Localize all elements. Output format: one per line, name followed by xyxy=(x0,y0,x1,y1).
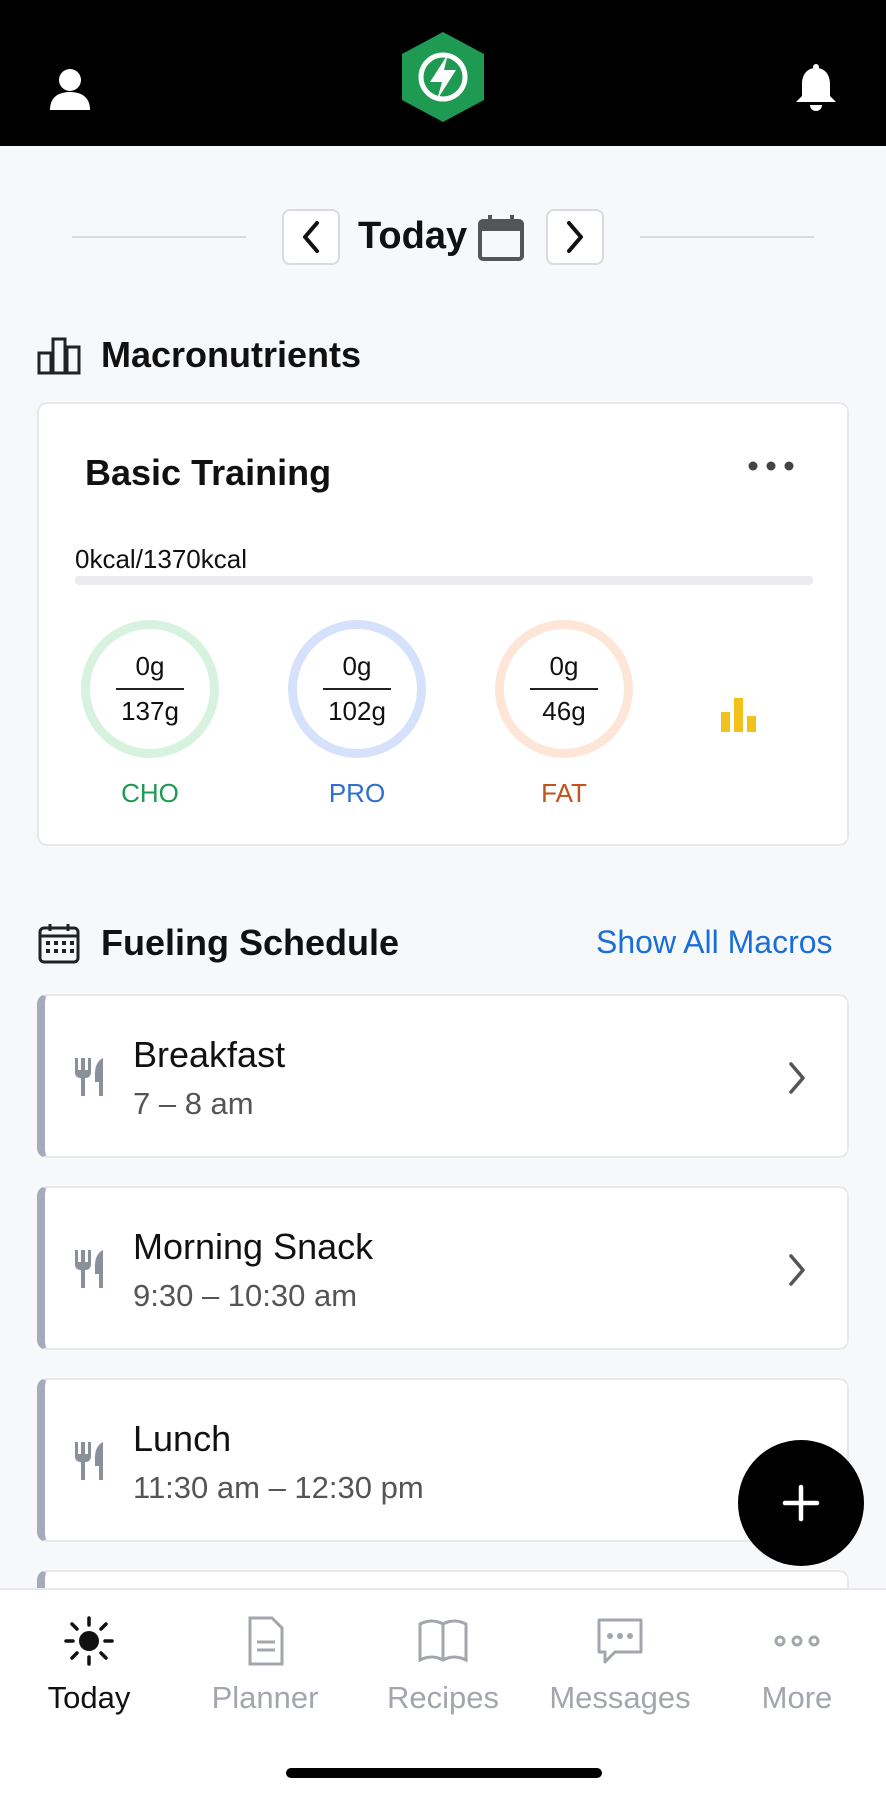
tab-recipes[interactable]: Recipes xyxy=(358,1614,528,1716)
meal-name: Morning Snack xyxy=(133,1226,374,1267)
tab-planner[interactable]: Planner xyxy=(180,1614,350,1716)
fat-label: FAT xyxy=(541,778,587,808)
calendar-icon[interactable] xyxy=(476,213,526,263)
plus-icon xyxy=(782,1484,820,1522)
meal-card-morning-snack[interactable]: Morning Snack 9:30 – 10:30 am xyxy=(37,1186,849,1350)
meal-name: Breakfast xyxy=(133,1034,286,1075)
home-indicator[interactable] xyxy=(286,1768,602,1778)
meal-time: 11:30 am – 12:30 pm xyxy=(133,1470,424,1505)
pro-current: 0g xyxy=(323,651,391,690)
utensils-icon xyxy=(75,1250,103,1288)
cho-total: 137g xyxy=(121,696,179,726)
more-dots-icon xyxy=(774,1635,820,1647)
document-icon xyxy=(248,1616,284,1666)
tab-messages[interactable]: Messages xyxy=(535,1614,705,1716)
cho-ring: 0g 137g xyxy=(81,620,219,758)
fat-ring: 0g 46g xyxy=(495,620,633,758)
sun-icon xyxy=(64,1616,114,1666)
fat-current: 0g xyxy=(530,651,598,690)
chevron-right-icon xyxy=(789,1062,805,1094)
utensils-icon xyxy=(75,1058,103,1096)
date-navigator: Today xyxy=(0,205,886,269)
book-icon xyxy=(418,1619,468,1663)
chevron-right-icon xyxy=(567,221,583,253)
bar-chart-outline-icon xyxy=(37,337,81,375)
meal-name: Lunch xyxy=(133,1418,232,1459)
bell-icon[interactable] xyxy=(790,62,842,114)
divider-left xyxy=(72,236,246,238)
cho-label: CHO xyxy=(121,778,179,808)
user-icon[interactable] xyxy=(44,64,96,116)
date-label[interactable]: Today xyxy=(358,215,467,258)
tab-more[interactable]: More xyxy=(712,1614,882,1716)
calendar-grid-icon xyxy=(38,924,80,964)
chevron-left-icon xyxy=(303,221,319,253)
pro-total: 102g xyxy=(328,696,386,726)
top-header xyxy=(0,0,886,146)
bar-chart-icon[interactable] xyxy=(719,694,759,734)
previous-day-button[interactable] xyxy=(282,209,340,265)
bottom-tab-bar: Today Planner Recipes Messages More xyxy=(0,1588,886,1796)
calories-progress-bar xyxy=(75,576,813,585)
fat-total: 46g xyxy=(542,696,586,726)
next-day-button[interactable] xyxy=(546,209,604,265)
tab-label: Messages xyxy=(549,1680,691,1715)
meal-time: 7 – 8 am xyxy=(133,1086,254,1121)
plan-name: Basic Training xyxy=(85,452,332,493)
section-title: Fueling Schedule xyxy=(101,922,400,963)
section-title: Macronutrients xyxy=(101,334,362,375)
macronutrients-header: Macronutrients xyxy=(37,334,361,376)
cho-current: 0g xyxy=(116,651,184,690)
chevron-right-icon xyxy=(789,1254,805,1286)
macro-card: Basic Training 0kcal/1370kcal 0g 137g CH… xyxy=(37,402,849,846)
chat-icon xyxy=(597,1618,643,1664)
tab-label: Planner xyxy=(211,1680,319,1715)
meal-card-breakfast[interactable]: Breakfast 7 – 8 am xyxy=(37,994,849,1158)
tab-label: Recipes xyxy=(387,1680,499,1715)
show-all-macros-link[interactable]: Show All Macros xyxy=(596,924,833,961)
pro-label: PRO xyxy=(328,778,386,808)
utensils-icon xyxy=(75,1442,103,1480)
tab-today[interactable]: Today xyxy=(4,1614,174,1716)
hexagon-lightning-logo xyxy=(402,32,484,122)
divider-right xyxy=(640,236,814,238)
tab-label: Today xyxy=(47,1680,131,1715)
meal-time: 9:30 – 10:30 am xyxy=(133,1278,358,1313)
tab-label: More xyxy=(761,1680,833,1715)
meal-card-lunch[interactable]: Lunch 11:30 am – 12:30 pm xyxy=(37,1378,849,1542)
pro-ring: 0g 102g xyxy=(288,620,426,758)
calories-text: 0kcal/1370kcal xyxy=(75,544,247,574)
fueling-schedule-header: Fueling Schedule xyxy=(37,922,399,964)
more-options-icon[interactable] xyxy=(743,458,799,474)
add-button[interactable] xyxy=(738,1440,864,1566)
